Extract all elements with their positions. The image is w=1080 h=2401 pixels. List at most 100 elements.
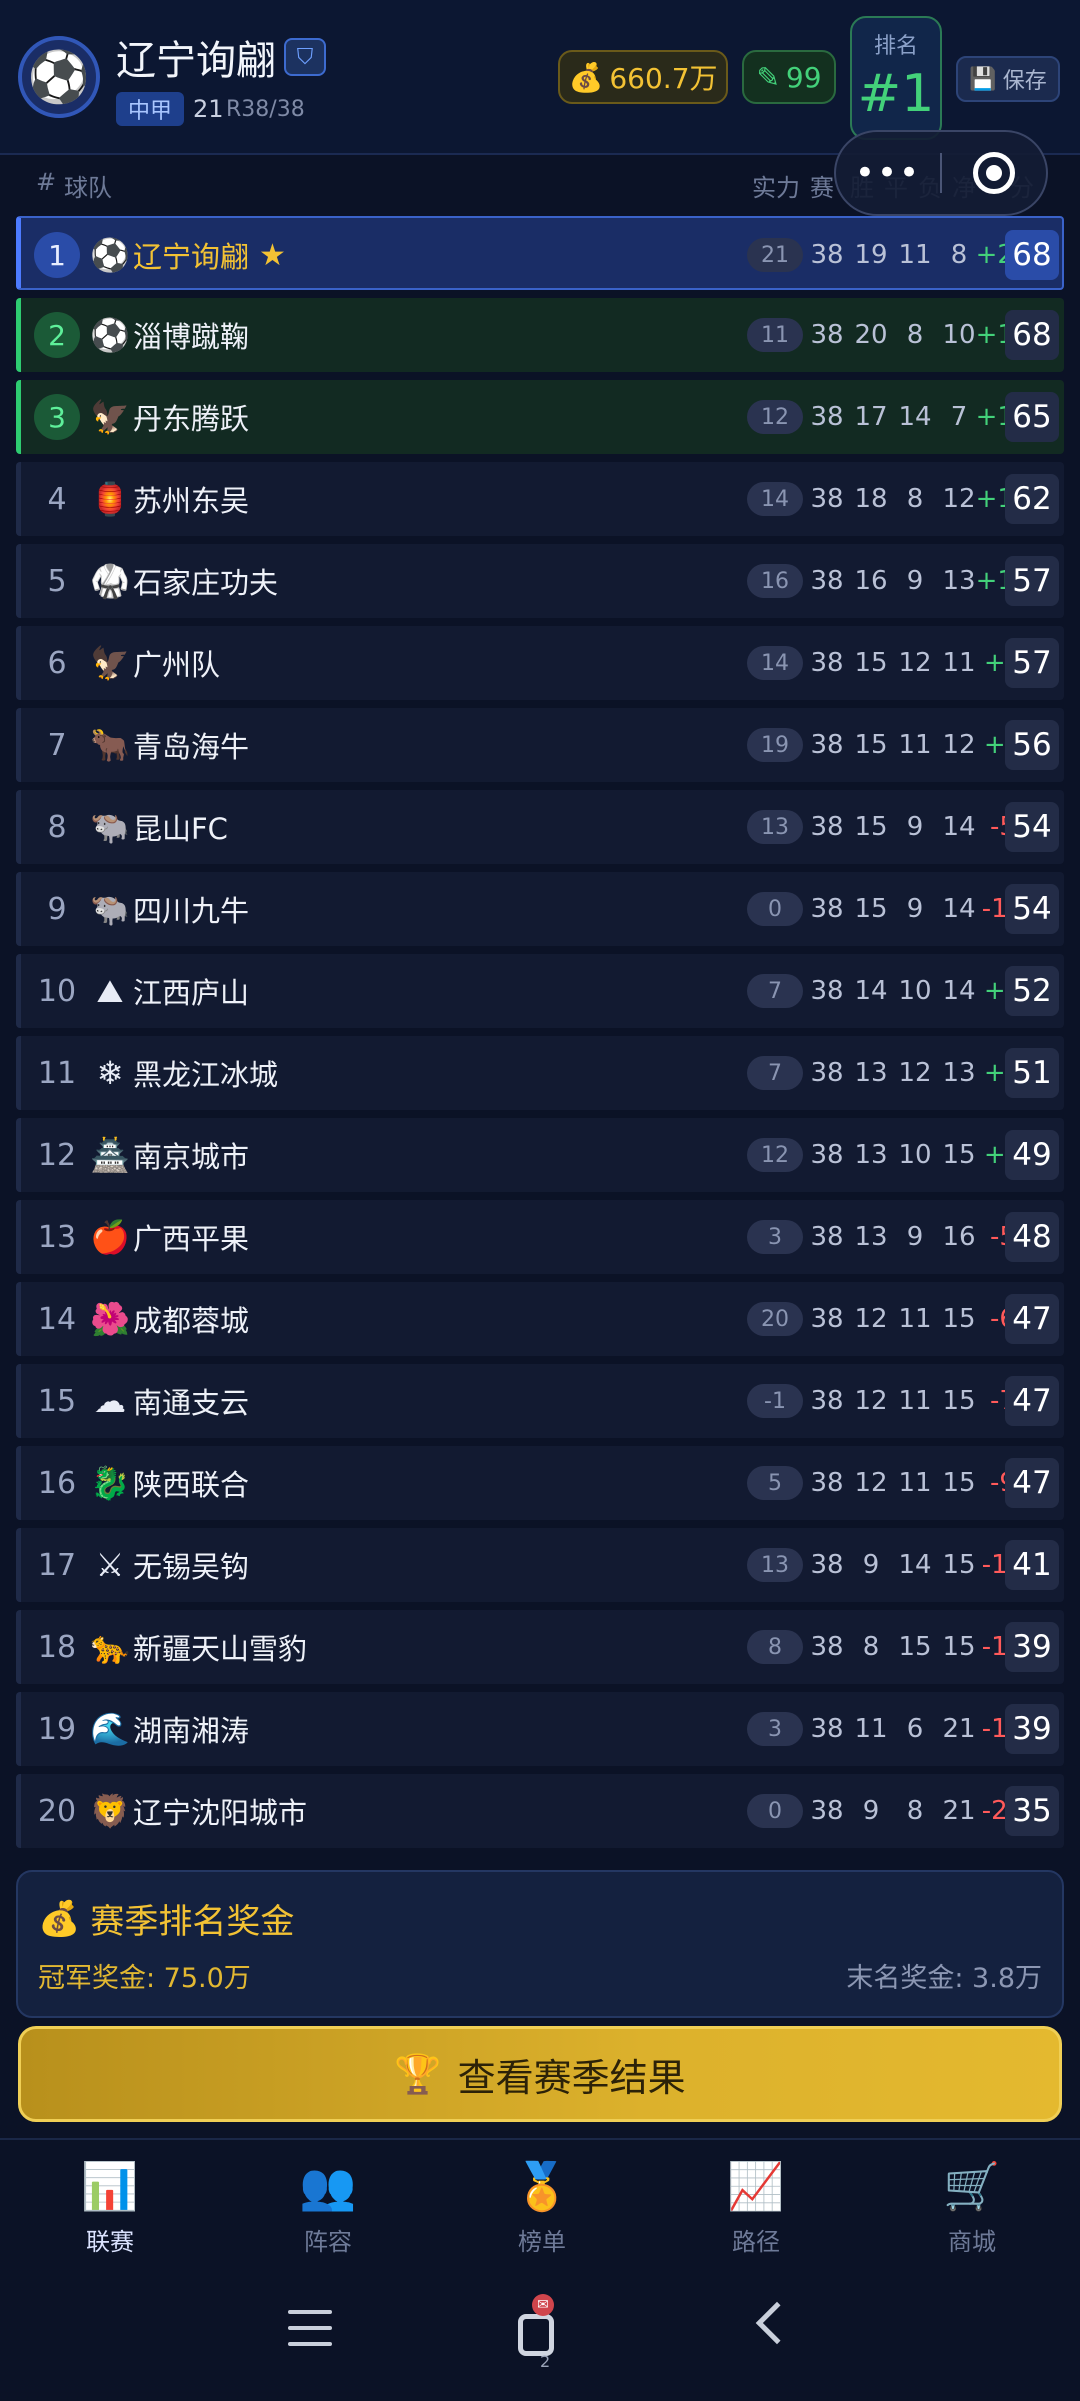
won-cell: 15 — [854, 812, 888, 842]
team-name: 四川九牛 — [133, 872, 493, 946]
won-cell: 12 — [854, 1468, 888, 1498]
table-row[interactable]: 20 🦁 辽宁沈阳城市 0 38 9 8 21 -23 35 — [16, 1774, 1064, 1848]
money-value: 660.7万 — [609, 62, 718, 95]
back-chevron-icon[interactable] — [755, 2301, 799, 2345]
wave-icon: 🌊 — [90, 1710, 130, 1748]
team-name: 南京城市 — [133, 1118, 493, 1192]
table-row[interactable]: 8 🐃 昆山FC 13 38 15 9 14 -5 54 — [16, 790, 1064, 864]
drawn-cell: 9 — [906, 1222, 924, 1252]
drawn-cell: 8 — [906, 484, 924, 514]
power-badge: 5 — [747, 1466, 803, 1500]
table-row[interactable]: 11 ❄ 黑龙江冰城 7 38 13 12 13 +4 51 — [16, 1036, 1064, 1110]
played-cell: 38 — [810, 484, 844, 514]
power-badge: 8 — [747, 1630, 803, 1664]
save-label: 保存 — [1002, 69, 1047, 94]
drawn-cell: 9 — [906, 566, 924, 596]
points-cell: 41 — [1005, 1540, 1059, 1590]
close-target-icon[interactable] — [942, 152, 1046, 194]
drawn-cell: 11 — [898, 1304, 932, 1334]
table-row[interactable]: 5 🥋 石家庄功夫 16 38 16 9 13 +14 57 — [16, 544, 1064, 618]
points-cell: 56 — [1005, 720, 1059, 770]
soccer-ball-icon: ⚽ — [90, 316, 130, 354]
team-name: 成都蓉城 — [133, 1282, 493, 1356]
gem-balance[interactable]: ✎ 99 — [742, 50, 836, 104]
team-name-text: 苏州东吴 — [133, 484, 250, 518]
played-cell: 38 — [810, 1468, 844, 1498]
table-row[interactable]: 16 🐉 陕西联合 5 38 12 11 15 -9 47 — [16, 1446, 1064, 1520]
power-badge: 21 — [747, 238, 803, 272]
won-cell: 20 — [854, 320, 888, 350]
team-name-text: 昆山FC — [133, 812, 228, 846]
table-row[interactable]: 4 🏮 苏州东吴 14 38 18 8 12 +16 62 — [16, 462, 1064, 536]
table-row[interactable]: 15 ☁ 南通支云 -1 38 12 11 15 -7 47 — [16, 1364, 1064, 1438]
power-badge: 12 — [747, 1138, 803, 1172]
prize-title-text: 赛季排名奖金 — [90, 1902, 295, 1942]
table-row[interactable]: 6 🦅 广州队 14 38 15 12 11 +9 57 — [16, 626, 1064, 700]
table-row[interactable]: 18 🐆 新疆天山雪豹 8 38 8 15 15 -15 39 — [16, 1610, 1064, 1684]
nav-item-2[interactable]: 🏅 榜单 — [462, 2158, 622, 2257]
table-row[interactable]: 3 🦅 丹东腾跃 12 38 17 14 7 +18 65 — [16, 380, 1064, 454]
power-cell: 11 — [747, 298, 803, 372]
nav-item-0[interactable]: 📊 联赛 — [30, 2158, 190, 2257]
power-badge: -1 — [747, 1384, 803, 1418]
table-row[interactable]: 17 ⚔ 无锡吴钩 13 38 9 14 15 -12 41 — [16, 1528, 1064, 1602]
money-balance[interactable]: 💰 660.7万 — [558, 50, 728, 104]
position-cell: 12 — [27, 1118, 87, 1192]
water-buffalo-icon: 🐃 — [90, 890, 130, 928]
played-cell: 38 — [810, 812, 844, 842]
gem-value: 99 — [785, 60, 822, 94]
nav-item-4[interactable]: 🛒 商城 — [892, 2158, 1052, 2257]
more-dots-icon[interactable]: ••• — [836, 153, 940, 193]
team-name-text: 成都蓉城 — [133, 1304, 250, 1338]
position-number: 19 — [37, 1711, 77, 1747]
points-cell: 62 — [1005, 474, 1059, 524]
won-cell: 17 — [854, 402, 888, 432]
position-cell: 2 — [27, 298, 87, 372]
team-name: 江西庐山 — [133, 954, 493, 1028]
nav-label: 路径 — [732, 2228, 780, 2256]
table-row[interactable]: 9 🐃 四川九牛 0 38 15 9 14 -12 54 — [16, 872, 1064, 946]
table-row[interactable]: 19 🌊 湖南湘涛 3 38 11 6 21 -17 39 — [16, 1692, 1064, 1766]
table-row[interactable]: 14 🌺 成都蓉城 20 38 12 11 15 -6 47 — [16, 1282, 1064, 1356]
table-row[interactable]: 7 🐂 青岛海牛 19 38 15 11 12 +4 56 — [16, 708, 1064, 782]
view-season-results-button[interactable]: 🏆 查看赛季结果 — [18, 2026, 1062, 2122]
points-cell: 35 — [1005, 1786, 1059, 1836]
bull-head-icon: 🐃 — [90, 808, 130, 846]
home-badge: ✉ — [532, 2294, 554, 2316]
save-button[interactable]: 💾 保存 — [956, 56, 1060, 102]
club-logo: ⚽ — [18, 36, 100, 118]
position-cell: 13 — [27, 1200, 87, 1274]
leopard-icon: 🐆 — [90, 1628, 130, 1666]
table-row[interactable]: 13 🍎 广西平果 3 38 13 9 16 -5 48 — [16, 1200, 1064, 1274]
team-name-text: 南通支云 — [133, 1386, 250, 1420]
table-row[interactable]: 1 ⚽ 辽宁询翩 ★ 21 38 19 11 8 +22 68 — [16, 216, 1064, 290]
position-number: 5 — [47, 563, 67, 599]
power-cell: 13 — [747, 790, 803, 864]
played-cell: 38 — [810, 1550, 844, 1580]
won-cell: 12 — [854, 1386, 888, 1416]
position-number: 12 — [37, 1137, 77, 1173]
drawn-cell: 14 — [898, 402, 932, 432]
played-cell: 38 — [810, 1714, 844, 1744]
menu-icon[interactable] — [288, 2310, 332, 2346]
power-cell: 12 — [747, 1118, 803, 1192]
nav-item-1[interactable]: 👥 阵容 — [248, 2158, 408, 2257]
team-name-text: 黑龙江冰城 — [133, 1058, 279, 1092]
position-badge: 3 — [34, 394, 80, 440]
nav-item-3[interactable]: 📈 路径 — [676, 2158, 836, 2257]
round-indicator: R38/38 — [226, 97, 305, 122]
system-navigation-bar: ✉ 2 — [0, 2270, 1080, 2401]
points-cell: 57 — [1005, 556, 1059, 606]
table-row[interactable]: 2 ⚽ 淄博蹴鞠 11 38 20 8 10 +15 68 — [16, 298, 1064, 372]
team-name-text: 广西平果 — [133, 1222, 250, 1256]
points-cell: 57 — [1005, 638, 1059, 688]
table-row[interactable]: 10 ⛰ 江西庐山 7 38 14 10 14 +2 52 — [16, 954, 1064, 1028]
position-number: 20 — [37, 1793, 77, 1829]
power-cell: 12 — [747, 380, 803, 454]
table-row[interactable]: 12 🏯 南京城市 12 38 13 10 15 +7 49 — [16, 1118, 1064, 1192]
team-name-text: 辽宁沈阳城市 — [133, 1796, 308, 1830]
drawn-cell: 14 — [898, 1550, 932, 1580]
rank-card[interactable]: 排名 #1 — [850, 16, 942, 140]
home-icon[interactable]: ✉ 2 — [508, 2294, 572, 2374]
team-name: 昆山FC — [133, 790, 493, 864]
